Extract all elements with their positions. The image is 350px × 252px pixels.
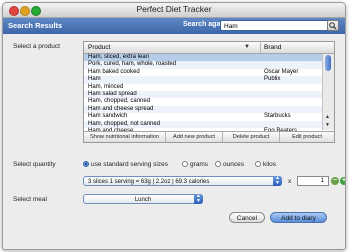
- column-header-brand[interactable]: Brand: [264, 44, 281, 51]
- add-to-diary-button[interactable]: Add to diary: [270, 212, 327, 223]
- show-nutrition-button[interactable]: Show nutritional information: [84, 132, 166, 142]
- table-row[interactable]: Pork, cured, ham, whole, roasted: [84, 61, 322, 69]
- cancel-button[interactable]: Cancel: [229, 212, 265, 223]
- row-product: Ham, chopped, not canned: [88, 120, 161, 127]
- search-input[interactable]: Ham: [220, 20, 330, 31]
- radio-standard-serving[interactable]: use standard serving sizes: [83, 161, 168, 168]
- scrollbar-thumb[interactable]: [325, 55, 331, 71]
- radio-label: use standard serving sizes: [91, 161, 168, 168]
- column-divider: [260, 42, 261, 53]
- row-brand: Oscar Mayer: [264, 68, 299, 75]
- multiply-sign: x: [288, 178, 292, 185]
- table-header: Product ▼ Brand: [84, 42, 334, 54]
- table-row[interactable]: Ham, sliced, extra lean: [84, 54, 322, 62]
- title-bar: Perfect Diet Tracker: [3, 3, 345, 18]
- delete-product-button[interactable]: Delete product: [223, 132, 280, 142]
- row-product: Ham: [88, 76, 101, 83]
- serving-size-value: 3 slices 1 serving = 63g | 2.2oz | 69.3 …: [88, 179, 210, 185]
- row-product: Ham, minced: [88, 83, 124, 90]
- vertical-scrollbar[interactable]: ▲ ▼: [322, 54, 334, 130]
- product-table: Product ▼ Brand Ham, sliced, extra lean P…: [83, 41, 335, 143]
- window-title: Perfect Diet Tracker: [136, 4, 212, 14]
- row-product: Pork, cured, ham, whole, roasted: [88, 61, 177, 68]
- row-product: Ham baked cooked: [88, 68, 140, 75]
- row-brand: Publix: [264, 76, 281, 83]
- table-row[interactable]: Ham, chopped, not canned: [84, 120, 322, 128]
- meal-label: Select meal: [13, 196, 47, 203]
- scroll-up-arrow-icon[interactable]: ▲: [325, 114, 330, 120]
- search-header: Search Results Search again Ham: [3, 18, 345, 34]
- row-product: Ham and cheese spread: [88, 105, 154, 112]
- radio-label: ounces: [223, 161, 244, 168]
- table-rows: Ham, sliced, extra lean Pork, cured, ham,…: [84, 54, 322, 135]
- row-product: Ham sandwich: [88, 113, 128, 120]
- row-brand: Starbucks: [264, 113, 291, 120]
- edit-product-button[interactable]: Edit product: [280, 132, 334, 142]
- radio-kilos[interactable]: kilos: [255, 161, 276, 168]
- sort-descending-icon: ▼: [244, 44, 250, 50]
- radio-icon: [215, 161, 221, 167]
- search-button[interactable]: [327, 20, 339, 31]
- radio-selected-icon: [83, 161, 89, 167]
- section-title: Search Results: [8, 21, 63, 30]
- radio-label: grams: [190, 161, 209, 168]
- radio-icon: [255, 161, 261, 167]
- decrease-quantity-icon[interactable]: −: [331, 177, 339, 185]
- product-label: Select a product: [13, 43, 60, 50]
- app-window: Perfect Diet Tracker Search Results Sear…: [2, 2, 346, 250]
- table-row[interactable]: Ham, chopped, canned: [84, 98, 322, 105]
- row-product: Ham, chopped, canned: [88, 98, 151, 105]
- serving-size-select[interactable]: 3 slices 1 serving = 63g | 2.2oz | 69.3 …: [83, 176, 282, 186]
- quantity-label: Select quantity: [13, 161, 56, 168]
- table-row[interactable]: Ham sandwich Starbucks: [84, 113, 322, 120]
- row-product: Ham, sliced, extra lean: [88, 54, 150, 60]
- table-row[interactable]: Ham and cheese spread: [84, 105, 322, 114]
- column-header-product[interactable]: Product: [88, 44, 110, 51]
- radio-label: kilos: [263, 161, 277, 168]
- table-row[interactable]: Ham, minced: [84, 84, 322, 91]
- table-row[interactable]: Ham salad spread: [84, 90, 322, 99]
- radio-grams[interactable]: grams: [182, 161, 208, 168]
- quantity-input[interactable]: 1: [297, 176, 329, 186]
- meal-select[interactable]: Lunch ▲ ▼: [83, 194, 203, 204]
- add-new-product-button[interactable]: Add new product: [166, 132, 223, 142]
- table-button-bar: Show nutritional information Add new pro…: [84, 131, 334, 142]
- radio-icon: [182, 161, 188, 167]
- radio-ounces[interactable]: ounces: [215, 161, 244, 168]
- popup-arrows-icon: ▲ ▼: [273, 176, 282, 186]
- meal-value: Lunch: [134, 197, 152, 203]
- popup-arrows-icon: ▲ ▼: [194, 194, 203, 204]
- scroll-down-arrow-icon[interactable]: ▼: [325, 122, 330, 128]
- increase-quantity-icon[interactable]: +: [340, 177, 345, 185]
- table-row[interactable]: Ham baked cooked Oscar Mayer: [84, 69, 322, 76]
- row-product: Ham salad spread: [88, 90, 137, 97]
- table-row[interactable]: Ham Publix: [84, 76, 322, 84]
- search-icon: [329, 22, 337, 30]
